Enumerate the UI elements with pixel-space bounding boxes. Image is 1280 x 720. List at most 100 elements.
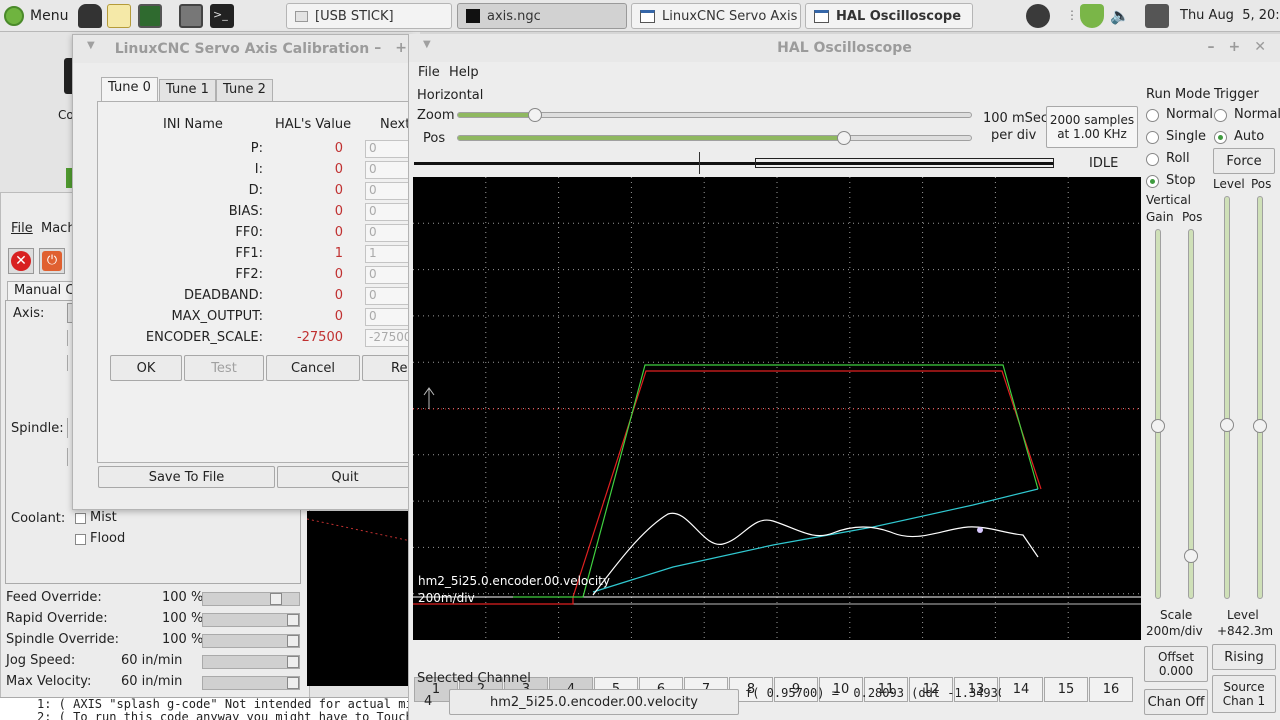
trace-white — [592, 512, 1039, 596]
flood-label: Flood — [90, 531, 126, 546]
tab-tune-0[interactable]: Tune 0 — [101, 77, 158, 102]
rising-button[interactable]: Rising — [1212, 644, 1276, 670]
tab-tune-2[interactable]: Tune 2 — [216, 79, 273, 101]
channel-overlay-name: hm2_5i25.0.encoder.00.velocity — [418, 574, 610, 588]
vertical-pos-slider-thumb[interactable] — [1184, 548, 1198, 563]
override-slider[interactable] — [202, 676, 300, 690]
trigger-mode-radio[interactable] — [1214, 109, 1227, 122]
timebase-value: 100 mSec — [983, 111, 1049, 126]
menu-file[interactable]: File — [418, 65, 440, 80]
gain-slider-thumb[interactable] — [1151, 419, 1165, 434]
override-slider[interactable] — [202, 655, 300, 669]
calibration-titlebar[interactable]: ▼ LinuxCNC Servo Axis Calibration –+ — [73, 35, 411, 63]
run-mode-radio[interactable] — [1146, 175, 1159, 188]
channel-button-14[interactable]: 14 — [999, 677, 1043, 702]
menu-machine[interactable]: Mach — [41, 221, 76, 236]
override-slider-thumb[interactable] — [287, 677, 299, 689]
taskbar-window-scope[interactable]: HAL Oscilloscope — [805, 3, 973, 29]
override-slider-thumb[interactable] — [287, 635, 299, 647]
run-mode-radio[interactable] — [1146, 109, 1159, 122]
save-to-file-button[interactable]: Save To File — [98, 466, 275, 488]
run-mode-radio[interactable] — [1146, 153, 1159, 166]
terminal-icon[interactable]: >_ — [210, 4, 234, 28]
override-slider-thumb[interactable] — [270, 593, 283, 605]
close-circle-icon: ✕ — [11, 251, 31, 271]
channel-button-16[interactable]: 16 — [1089, 677, 1133, 702]
gcode-view[interactable]: 1: ( AXIS "splash g-code" Not intended f… — [0, 697, 410, 720]
level-label: Level — [1227, 608, 1259, 622]
source-button[interactable]: Source Chan 1 — [1212, 675, 1276, 713]
tab-tune-1[interactable]: Tune 1 — [159, 79, 216, 101]
pos-slider[interactable] — [457, 131, 972, 145]
run-mode-radio[interactable] — [1146, 131, 1159, 144]
trigger-level-slider[interactable] — [1220, 196, 1234, 599]
record-overview[interactable] — [414, 152, 1054, 174]
shield-check-icon[interactable] — [1080, 4, 1104, 28]
pos-slider-thumb[interactable] — [837, 131, 852, 145]
trigger-pos-slider[interactable] — [1253, 196, 1267, 599]
window-controls[interactable]: –+✕ — [1208, 39, 1280, 55]
trigger-pos-slider-thumb[interactable] — [1253, 418, 1267, 433]
button-label: OK — [136, 360, 156, 376]
clock[interactable]: Thu Aug 5, 20:03 — [1180, 8, 1280, 23]
override-slider[interactable] — [202, 634, 300, 648]
webcam-icon[interactable] — [1026, 4, 1050, 28]
zoom-slider-thumb[interactable] — [528, 108, 543, 122]
taskbar-window-axis[interactable]: axis.ngc — [457, 3, 627, 29]
gain-label: Gain — [1146, 210, 1174, 224]
scope-display[interactable]: hm2_5i25.0.encoder.00.velocity 200m/div — [413, 177, 1141, 640]
menu-help[interactable]: Help — [449, 65, 479, 80]
menu-button[interactable]: Menu — [4, 4, 68, 28]
system-monitor-icon[interactable] — [138, 4, 162, 28]
trigger-mode-radio[interactable] — [1214, 131, 1227, 144]
window-menu-icon[interactable]: ▼ — [423, 39, 431, 50]
tray-separator: ⋮ — [1066, 8, 1078, 22]
taskbar-window-usb[interactable]: [USB STICK] — [286, 3, 452, 29]
selected-channel-name-button[interactable]: hm2_5i25.0.encoder.00.velocity — [449, 689, 739, 715]
override-slider-thumb[interactable] — [287, 656, 299, 668]
ini-name: MAX_OUTPUT: — [171, 309, 263, 324]
mist-checkbox[interactable] — [75, 513, 86, 524]
volume-icon[interactable]: 🔈 — [1110, 6, 1130, 25]
hal-value: -27500 — [296, 330, 343, 345]
vertical-pos-slider[interactable] — [1184, 229, 1198, 599]
window-menu-icon[interactable]: ▼ — [87, 40, 95, 51]
tux-icon[interactable] — [78, 4, 102, 28]
scope-titlebar[interactable]: ▼ HAL Oscilloscope –+✕ — [409, 34, 1280, 62]
preview-canvas[interactable] — [307, 511, 411, 686]
override-slider[interactable] — [202, 592, 300, 606]
gain-slider[interactable] — [1151, 229, 1165, 599]
quit-button[interactable]: Quit — [277, 466, 413, 488]
zoom-slider-fill — [458, 113, 536, 117]
chan-off-button[interactable]: Chan Off — [1144, 689, 1208, 715]
trigger-level-slider-thumb[interactable] — [1220, 418, 1234, 433]
estop-button[interactable]: ✕ — [8, 248, 34, 274]
scale-value: 200m/div — [1146, 624, 1203, 638]
ok-button[interactable]: OK — [110, 355, 182, 381]
override-slider[interactable] — [202, 613, 300, 627]
run-mode-option-label: Roll — [1166, 151, 1190, 166]
taskbar-window-calibration[interactable]: LinuxCNC Servo Axis ... — [631, 3, 801, 29]
ini-name: FF2: — [235, 267, 263, 282]
text-editor-icon[interactable] — [107, 4, 131, 28]
tab-label: Tune 1 — [166, 82, 209, 97]
sample-rate-button[interactable]: 2000 samples at 1.00 KHz — [1046, 106, 1138, 148]
revert-button[interactable]: Re — [362, 355, 412, 381]
tab-manual-control[interactable]: Manual Co — [7, 281, 82, 301]
ini-name: FF0: — [235, 225, 263, 240]
channel-button-15[interactable]: 15 — [1044, 677, 1088, 702]
override-label: Rapid Override: — [6, 611, 108, 626]
run-mode-option-label: Stop — [1166, 173, 1196, 188]
cancel-button[interactable]: Cancel — [266, 355, 360, 381]
hal-value: 0 — [334, 183, 343, 198]
zoom-slider[interactable] — [457, 108, 972, 122]
flood-checkbox[interactable] — [75, 534, 86, 545]
network-disconnected-icon[interactable] — [1145, 4, 1169, 28]
override-slider-thumb[interactable] — [287, 614, 299, 626]
menu-file[interactable]: File — [11, 221, 33, 236]
test-button[interactable]: Test — [184, 355, 264, 381]
machine-power-button[interactable]: ⏻ — [39, 248, 65, 274]
files-icon[interactable] — [179, 4, 203, 28]
offset-button[interactable]: Offset 0.000 — [1144, 646, 1208, 682]
force-button[interactable]: Force — [1213, 148, 1275, 174]
